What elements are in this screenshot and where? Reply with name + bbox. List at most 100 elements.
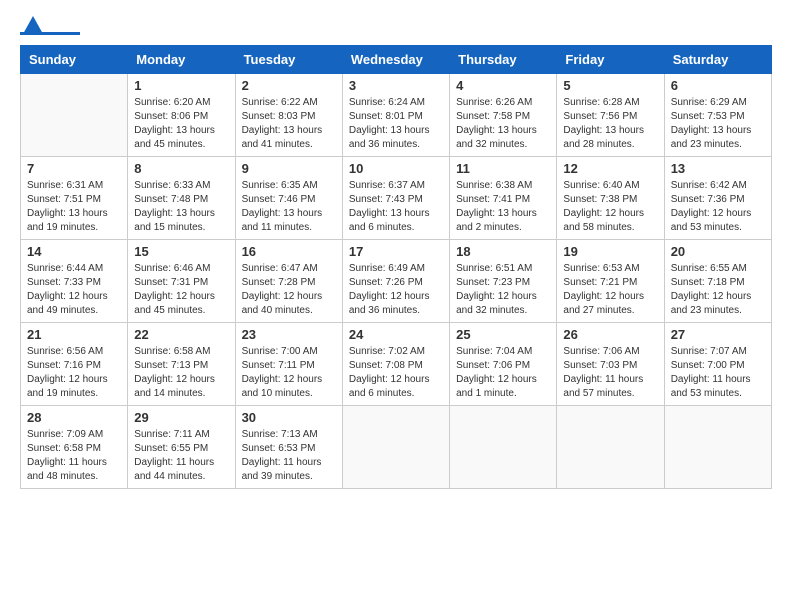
day-number: 25: [456, 327, 550, 342]
day-info: Sunrise: 7:06 AM Sunset: 7:03 PM Dayligh…: [563, 345, 657, 401]
calendar-cell: 17Sunrise: 6:49 AM Sunset: 7:26 PM Dayli…: [342, 240, 449, 323]
calendar-cell: 10 Sunrise: 6:37 AM Sunset: 7:43 PM Dayli…: [342, 157, 449, 240]
day-info: Sunrise: 6:47 AM Sunset: 7:28 PM Dayligh…: [242, 262, 336, 318]
day-number: 26: [563, 327, 657, 342]
calendar-cell: 26 Sunrise: 7:06 AM Sunset: 7:03 PM Dayli…: [557, 323, 664, 406]
calendar-cell: 7 Sunrise: 6:31 AM Sunset: 7:51 PM Daylig…: [21, 157, 128, 240]
logo: [20, 20, 80, 35]
day-info: Sunrise: 7:13 AM Sunset: 6:53 PM Dayligh…: [242, 428, 336, 484]
weekday-header-monday: Monday: [128, 46, 235, 74]
calendar-cell: 29 Sunrise: 7:11 AM Sunset: 6:55 PM Dayli…: [128, 406, 235, 489]
day-info: Sunrise: 6:35 AM Sunset: 7:46 PM Dayligh…: [242, 179, 336, 235]
calendar-cell: 4Sunrise: 6:26 AM Sunset: 7:58 PM Daylig…: [450, 74, 557, 157]
calendar-cell: 14 Sunrise: 6:44 AM Sunset: 7:33 PM Dayli…: [21, 240, 128, 323]
weekday-header-sunday: Sunday: [21, 46, 128, 74]
day-number: 3: [349, 78, 443, 93]
calendar-cell: 20 Sunrise: 6:55 AM Sunset: 7:18 PM Dayli…: [664, 240, 771, 323]
calendar-cell: 21 Sunrise: 6:56 AM Sunset: 7:16 PM Dayli…: [21, 323, 128, 406]
calendar-cell: 18 Sunrise: 6:51 AM Sunset: 7:23 PM Dayli…: [450, 240, 557, 323]
day-number: 2: [242, 78, 336, 93]
day-number: 16: [242, 244, 336, 259]
calendar-cell: [342, 406, 449, 489]
weekday-header-wednesday: Wednesday: [342, 46, 449, 74]
day-info: Sunrise: 7:09 AM Sunset: 6:58 PM Dayligh…: [27, 428, 121, 484]
day-info: Sunrise: 7:02 AM Sunset: 7:08 PM Dayligh…: [349, 345, 443, 401]
calendar-cell: [21, 74, 128, 157]
day-info: Sunrise: 6:33 AM Sunset: 7:48 PM Dayligh…: [134, 179, 228, 235]
header: [20, 20, 772, 35]
calendar-cell: 24 Sunrise: 7:02 AM Sunset: 7:08 PM Dayli…: [342, 323, 449, 406]
calendar-cell: 13Sunrise: 6:42 AM Sunset: 7:36 PM Dayli…: [664, 157, 771, 240]
weekday-header-thursday: Thursday: [450, 46, 557, 74]
day-number: 1: [134, 78, 228, 93]
calendar-cell: 9 Sunrise: 6:35 AM Sunset: 7:46 PM Daylig…: [235, 157, 342, 240]
calendar-cell: 5 Sunrise: 6:28 AM Sunset: 7:56 PM Daylig…: [557, 74, 664, 157]
day-info: Sunrise: 6:22 AM Sunset: 8:03 PM Dayligh…: [242, 96, 336, 152]
calendar-week-row: 21 Sunrise: 6:56 AM Sunset: 7:16 PM Dayli…: [21, 323, 772, 406]
day-number: 11: [456, 161, 550, 176]
day-number: 8: [134, 161, 228, 176]
day-number: 10: [349, 161, 443, 176]
day-number: 18: [456, 244, 550, 259]
day-info: Sunrise: 6:55 AM Sunset: 7:18 PM Dayligh…: [671, 262, 765, 318]
day-info: Sunrise: 7:00 AM Sunset: 7:11 PM Dayligh…: [242, 345, 336, 401]
calendar-cell: 1Sunrise: 6:20 AM Sunset: 8:06 PM Daylig…: [128, 74, 235, 157]
calendar-cell: 2 Sunrise: 6:22 AM Sunset: 8:03 PM Daylig…: [235, 74, 342, 157]
calendar-cell: 27 Sunrise: 7:07 AM Sunset: 7:00 PM Dayli…: [664, 323, 771, 406]
day-info: Sunrise: 6:51 AM Sunset: 7:23 PM Dayligh…: [456, 262, 550, 318]
day-info: Sunrise: 6:46 AM Sunset: 7:31 PM Dayligh…: [134, 262, 228, 318]
day-info: Sunrise: 7:07 AM Sunset: 7:00 PM Dayligh…: [671, 345, 765, 401]
calendar-cell: 11 Sunrise: 6:38 AM Sunset: 7:41 PM Dayli…: [450, 157, 557, 240]
day-info: Sunrise: 6:58 AM Sunset: 7:13 PM Dayligh…: [134, 345, 228, 401]
day-number: 21: [27, 327, 121, 342]
calendar-cell: 6 Sunrise: 6:29 AM Sunset: 7:53 PM Daylig…: [664, 74, 771, 157]
weekday-header-tuesday: Tuesday: [235, 46, 342, 74]
calendar-week-row: 28 Sunrise: 7:09 AM Sunset: 6:58 PM Dayli…: [21, 406, 772, 489]
day-number: 9: [242, 161, 336, 176]
calendar-cell: 30 Sunrise: 7:13 AM Sunset: 6:53 PM Dayli…: [235, 406, 342, 489]
day-info: Sunrise: 6:53 AM Sunset: 7:21 PM Dayligh…: [563, 262, 657, 318]
day-number: 17: [349, 244, 443, 259]
day-number: 15: [134, 244, 228, 259]
day-number: 23: [242, 327, 336, 342]
calendar-cell: [557, 406, 664, 489]
day-number: 29: [134, 410, 228, 425]
day-number: 5: [563, 78, 657, 93]
day-info: Sunrise: 7:11 AM Sunset: 6:55 PM Dayligh…: [134, 428, 228, 484]
calendar-week-row: 14 Sunrise: 6:44 AM Sunset: 7:33 PM Dayli…: [21, 240, 772, 323]
day-number: 14: [27, 244, 121, 259]
day-info: Sunrise: 6:37 AM Sunset: 7:43 PM Dayligh…: [349, 179, 443, 235]
day-number: 6: [671, 78, 765, 93]
day-number: 24: [349, 327, 443, 342]
calendar-week-row: 7 Sunrise: 6:31 AM Sunset: 7:51 PM Daylig…: [21, 157, 772, 240]
day-info: Sunrise: 6:38 AM Sunset: 7:41 PM Dayligh…: [456, 179, 550, 235]
logo-underline: [20, 32, 80, 35]
day-info: Sunrise: 6:44 AM Sunset: 7:33 PM Dayligh…: [27, 262, 121, 318]
calendar-cell: 25 Sunrise: 7:04 AM Sunset: 7:06 PM Dayli…: [450, 323, 557, 406]
calendar-week-row: 1Sunrise: 6:20 AM Sunset: 8:06 PM Daylig…: [21, 74, 772, 157]
day-number: 19: [563, 244, 657, 259]
day-info: Sunrise: 6:24 AM Sunset: 8:01 PM Dayligh…: [349, 96, 443, 152]
day-number: 12: [563, 161, 657, 176]
day-info: Sunrise: 6:31 AM Sunset: 7:51 PM Dayligh…: [27, 179, 121, 235]
day-info: Sunrise: 6:26 AM Sunset: 7:58 PM Dayligh…: [456, 96, 550, 152]
calendar-cell: 15 Sunrise: 6:46 AM Sunset: 7:31 PM Dayli…: [128, 240, 235, 323]
day-info: Sunrise: 6:40 AM Sunset: 7:38 PM Dayligh…: [563, 179, 657, 235]
calendar-cell: 23 Sunrise: 7:00 AM Sunset: 7:11 PM Dayli…: [235, 323, 342, 406]
calendar-cell: 22 Sunrise: 6:58 AM Sunset: 7:13 PM Dayli…: [128, 323, 235, 406]
day-number: 22: [134, 327, 228, 342]
calendar-cell: 16 Sunrise: 6:47 AM Sunset: 7:28 PM Dayli…: [235, 240, 342, 323]
day-info: Sunrise: 6:28 AM Sunset: 7:56 PM Dayligh…: [563, 96, 657, 152]
day-number: 28: [27, 410, 121, 425]
day-number: 20: [671, 244, 765, 259]
day-info: Sunrise: 7:04 AM Sunset: 7:06 PM Dayligh…: [456, 345, 550, 401]
calendar-cell: [450, 406, 557, 489]
weekday-header-saturday: Saturday: [664, 46, 771, 74]
day-number: 30: [242, 410, 336, 425]
day-info: Sunrise: 6:29 AM Sunset: 7:53 PM Dayligh…: [671, 96, 765, 152]
day-info: Sunrise: 6:42 AM Sunset: 7:36 PM Dayligh…: [671, 179, 765, 235]
weekday-header-row: SundayMondayTuesdayWednesdayThursdayFrid…: [21, 46, 772, 74]
day-info: Sunrise: 6:56 AM Sunset: 7:16 PM Dayligh…: [27, 345, 121, 401]
day-number: 7: [27, 161, 121, 176]
day-number: 27: [671, 327, 765, 342]
